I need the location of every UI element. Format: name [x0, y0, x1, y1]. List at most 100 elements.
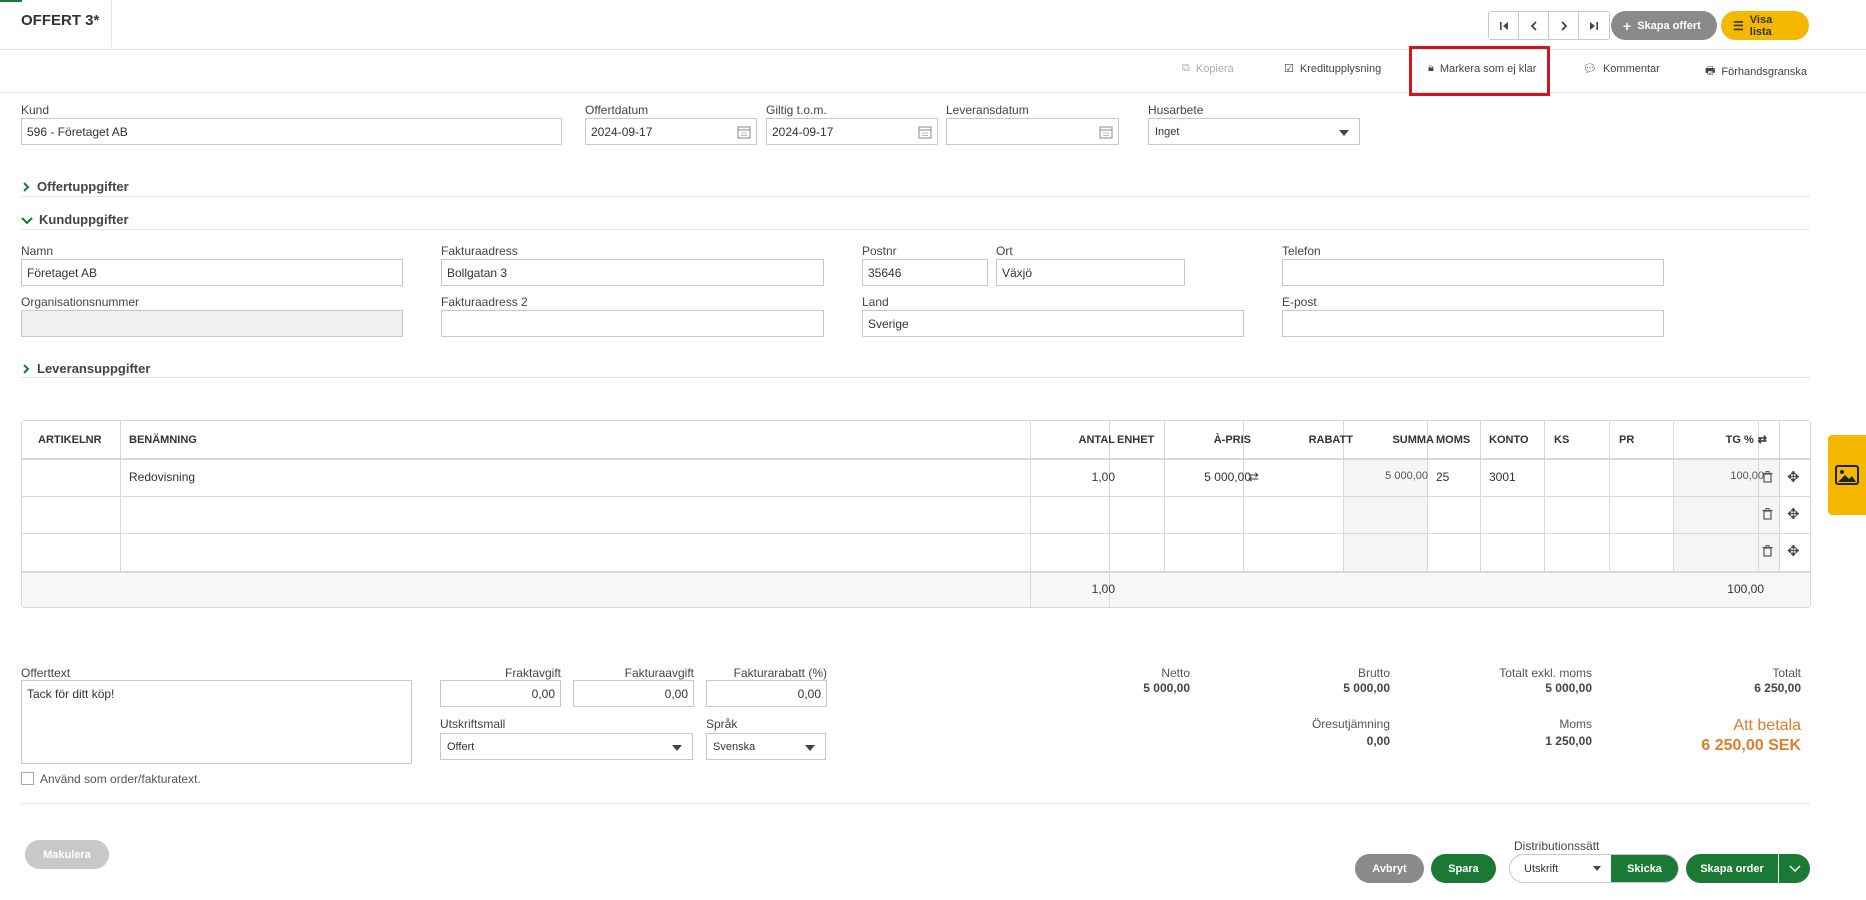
caret-down-icon: [672, 745, 682, 751]
country-label: Land: [862, 295, 889, 309]
col-qty-header[interactable]: ANTAL: [1032, 421, 1123, 458]
move-icon[interactable]: ✥: [1787, 505, 1800, 523]
calendar-icon[interactable]: [1099, 125, 1113, 139]
language-value: Svenska: [713, 740, 756, 753]
housework-label: Husarbete: [1148, 103, 1204, 117]
create-order-button[interactable]: Skapa order: [1686, 854, 1779, 883]
send-button[interactable]: Skicka: [1611, 855, 1678, 882]
address-input[interactable]: Bollgatan 3: [441, 259, 824, 286]
country-input[interactable]: Sverige: [862, 310, 1244, 337]
calendar-icon[interactable]: [918, 125, 932, 139]
city-input[interactable]: Växjö: [996, 259, 1185, 286]
column-divider: [1609, 421, 1610, 571]
rounding-value: 0,00: [1366, 734, 1390, 748]
template-select[interactable]: Offert: [440, 733, 693, 760]
address2-input[interactable]: [441, 310, 824, 337]
name-input[interactable]: Företaget AB: [21, 259, 403, 286]
section-divider: [21, 377, 1810, 378]
show-list-button[interactable]: ☰ Visa lista: [1721, 11, 1809, 40]
copy-label: Kopiera: [1195, 62, 1234, 75]
trash-icon[interactable]: [1762, 471, 1773, 486]
invoice-discount-input[interactable]: 0,00: [706, 680, 827, 707]
preview-label: Förhandsgranska: [1721, 65, 1807, 78]
use-as-order-checkbox[interactable]: [21, 772, 34, 785]
distribution-select[interactable]: Utskrift: [1510, 855, 1611, 882]
table-footer-shade: [22, 571, 1810, 607]
copy-action[interactable]: ⧉ Kopiera: [1182, 62, 1234, 75]
cancel-button[interactable]: Avbryt: [1355, 854, 1424, 883]
valid-until-input[interactable]: 2024-09-17: [766, 118, 938, 145]
name-label: Namn: [21, 244, 54, 258]
caret-down-icon: [1339, 130, 1349, 136]
save-button[interactable]: Spara: [1431, 854, 1496, 883]
section-customer-details[interactable]: Kunduppgifter: [21, 212, 129, 227]
row1-name[interactable]: Redovisning: [129, 470, 195, 484]
address-label: Fakturaadress: [441, 244, 518, 258]
chevron-right-icon: [23, 363, 30, 374]
row1-price[interactable]: 5 000,00: [1165, 470, 1259, 484]
offer-text-label: Offerttext: [21, 666, 71, 680]
trash-icon[interactable]: [1762, 545, 1773, 560]
col-pr-header[interactable]: PR: [1619, 421, 1634, 458]
column-divider: [120, 421, 121, 571]
section-offer-title: Offertuppgifter: [37, 179, 129, 194]
create-offer-button[interactable]: + Skapa offert: [1611, 11, 1717, 40]
section-offer-details[interactable]: Offertuppgifter: [21, 179, 129, 194]
row1-discount-toggle[interactable]: ⇄: [1248, 469, 1259, 485]
brutto-label: Brutto: [1357, 666, 1390, 680]
move-icon[interactable]: ✥: [1787, 468, 1800, 486]
row1-vat[interactable]: 25: [1436, 470, 1449, 484]
previous-record-button[interactable]: [1519, 12, 1549, 39]
chevron-right-icon: [23, 181, 30, 192]
section-delivery-details[interactable]: Leveransuppgifter: [21, 361, 150, 376]
preview-action[interactable]: 🖶 Förhandsgranska: [1705, 62, 1807, 81]
col-tg-header[interactable]: TG % ⇄: [1674, 421, 1775, 458]
col-ks-header[interactable]: KS: [1554, 421, 1569, 458]
offer-text-area[interactable]: Tack för ditt köp!: [21, 680, 412, 764]
plus-icon: +: [1623, 17, 1632, 34]
move-icon[interactable]: ✥: [1787, 542, 1800, 560]
footer-divider: [21, 803, 1810, 804]
col-unit-header[interactable]: ENHET: [1117, 421, 1154, 458]
chevron-down-icon: [1788, 864, 1801, 872]
col-vat-header[interactable]: MOMS: [1436, 421, 1470, 458]
distribution-group: Utskrift Skicka: [1509, 854, 1679, 883]
delivery-date-input[interactable]: [946, 118, 1119, 145]
housework-select[interactable]: Inget: [1148, 118, 1360, 145]
offer-date-input[interactable]: 2024-09-17: [585, 118, 757, 145]
org-number-input: [21, 310, 403, 337]
row1-qty[interactable]: 1,00: [1032, 470, 1123, 484]
image-panel-tab[interactable]: [1828, 435, 1866, 515]
checkbox-icon: ☑: [1284, 63, 1294, 75]
create-order-menu-button[interactable]: [1779, 854, 1810, 883]
invoice-fee-input[interactable]: 0,00: [573, 680, 694, 707]
language-select[interactable]: Svenska: [706, 733, 826, 760]
calendar-icon[interactable]: [737, 125, 751, 139]
freight-input[interactable]: 0,00: [440, 680, 561, 707]
email-input[interactable]: [1282, 310, 1664, 337]
credit-check-action[interactable]: ☑ Kreditupplysning: [1284, 62, 1381, 76]
next-record-button[interactable]: [1549, 12, 1579, 39]
netto-value: 5 000,00: [1143, 681, 1190, 695]
distribution-label: Distributionssätt: [1514, 839, 1600, 853]
first-record-button[interactable]: [1489, 12, 1519, 39]
customer-input[interactable]: 596 - Företaget AB: [21, 118, 562, 145]
col-artno-header[interactable]: ARTIKELNR: [38, 421, 102, 458]
phone-input[interactable]: [1282, 259, 1664, 286]
total-label: Totalt: [1772, 666, 1801, 680]
col-name-header[interactable]: BENÄMNING: [129, 421, 197, 458]
row1-account[interactable]: 3001: [1489, 470, 1516, 484]
comment-action[interactable]: 💬︎ Kommentar: [1583, 62, 1660, 76]
section-delivery-title: Leveransuppgifter: [37, 361, 151, 376]
amount-due-label: Att betala: [1733, 717, 1801, 734]
invoice-fee-value: 0,00: [664, 686, 688, 701]
row1-tg: 100,00: [1730, 470, 1764, 482]
refresh-icon[interactable]: ⇄: [1758, 433, 1767, 446]
void-button[interactable]: Makulera: [25, 840, 109, 869]
col-account-header[interactable]: KONTO: [1489, 421, 1529, 458]
last-record-button[interactable]: [1579, 12, 1609, 39]
col-sum-header[interactable]: SUMMA: [1344, 421, 1442, 458]
delivery-date-label: Leveransdatum: [946, 103, 1029, 117]
trash-icon[interactable]: [1762, 508, 1773, 523]
postal-input[interactable]: 35646: [862, 259, 988, 286]
